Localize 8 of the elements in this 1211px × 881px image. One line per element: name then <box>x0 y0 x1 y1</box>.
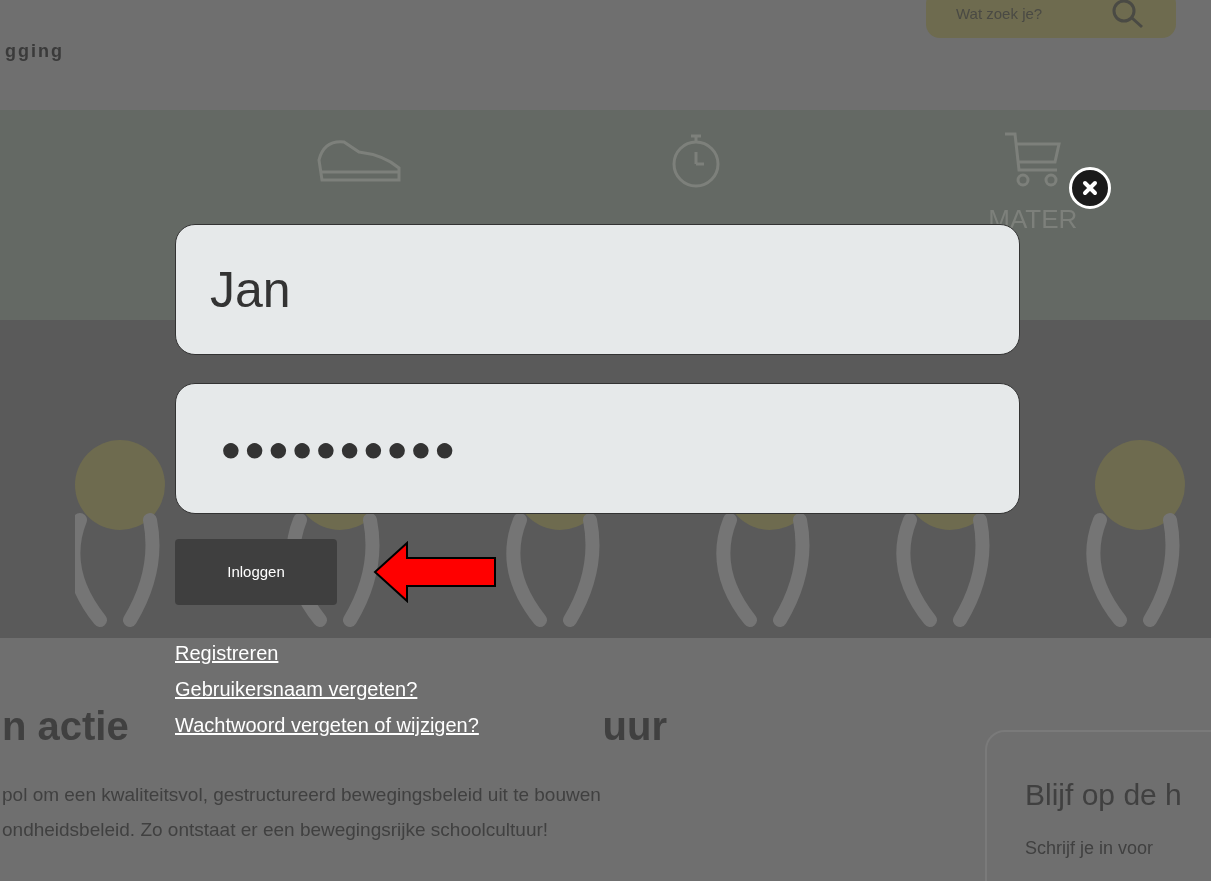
password-field[interactable]: ●●●●●●●●●● <box>175 383 1020 514</box>
username-field[interactable]: Jan <box>175 224 1020 355</box>
login-button[interactable]: Inloggen <box>175 539 337 605</box>
close-icon <box>1082 180 1098 196</box>
search-icon <box>1110 0 1146 29</box>
login-link[interactable]: Wachtwoord vergeten of wijzigen? <box>175 711 479 739</box>
login-link[interactable]: Registreren <box>175 639 279 667</box>
login-link[interactable]: Gebruikersnaam vergeten? <box>175 675 418 703</box>
